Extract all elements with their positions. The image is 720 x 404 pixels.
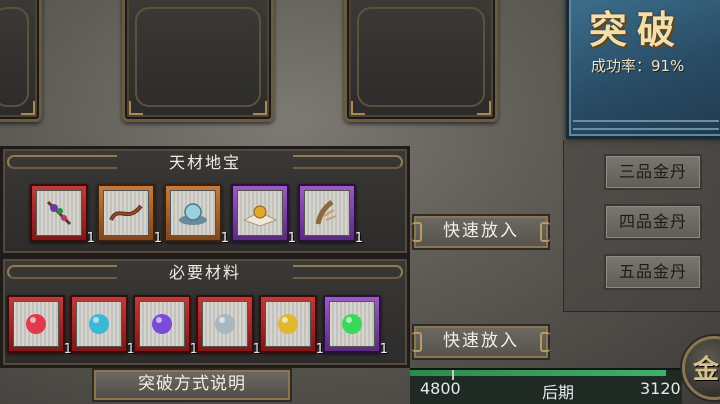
card-slot-2 <box>122 0 274 122</box>
card-slot-frame <box>135 7 261 107</box>
treasures-panel: 天材地宝 1 1 1 1 1 <box>0 146 410 256</box>
progress-fill <box>410 370 666 376</box>
progress-right-value: 3120 <box>640 379 681 398</box>
slot-face <box>265 301 311 347</box>
material-slot[interactable]: 1 <box>323 295 388 357</box>
card-slot-1 <box>0 0 42 122</box>
slot-face <box>202 301 248 347</box>
card-slot-corner <box>21 101 35 115</box>
slot-face <box>103 190 149 236</box>
material-slot[interactable]: 1 <box>133 295 198 357</box>
pill-selector: 三品金丹 四品金丹 五品金丹 <box>563 140 720 312</box>
breakthrough-panel[interactable]: 突破 成功率：91% <box>566 0 720 139</box>
treasure-slot[interactable]: 1 <box>231 184 296 246</box>
item-count: 1 <box>354 231 363 246</box>
progress-left-value: 4800 <box>420 379 461 398</box>
material-slot[interactable]: 1 <box>70 295 135 357</box>
button-ornament <box>540 332 550 352</box>
treasures-title: 天材地宝 <box>168 153 241 172</box>
pill-button-grade4[interactable]: 四品金丹 <box>604 204 702 240</box>
item-count: 1 <box>287 231 296 246</box>
cultivation-progress: 4800 后期 3120 <box>410 368 682 404</box>
quick-put-materials-button[interactable]: 快速放入 <box>412 324 550 360</box>
success-rate: 成功率：91% <box>591 55 684 76</box>
material-slot[interactable]: 1 <box>196 295 261 357</box>
material-slot[interactable]: 1 <box>259 295 324 357</box>
quick-put-treasures-button[interactable]: 快速放入 <box>412 214 550 250</box>
item-count: 1 <box>220 231 229 246</box>
treasure-slot[interactable]: 1 <box>30 184 95 246</box>
pill-button-grade3[interactable]: 三品金丹 <box>604 154 702 190</box>
item-count: 1 <box>379 342 388 357</box>
card-slot-corner <box>477 101 491 115</box>
card-slot-corner <box>129 101 143 115</box>
success-rate-label: 成功率： <box>591 57 652 75</box>
gold-coin-button[interactable]: 金 <box>682 336 720 400</box>
slot-face <box>36 190 82 236</box>
slot-face <box>304 190 350 236</box>
card-slot-3 <box>344 0 498 122</box>
card-slot-frame <box>0 7 29 107</box>
item-count: 1 <box>153 231 162 246</box>
breakthrough-explain-button[interactable]: 突破方式说明 <box>92 368 292 402</box>
panel-ornament <box>573 120 719 130</box>
progress-stage: 后期 <box>542 383 575 402</box>
slot-face <box>139 301 185 347</box>
button-ornament <box>412 332 422 352</box>
material-slot[interactable]: 1 <box>7 295 72 357</box>
treasure-slot[interactable]: 1 <box>164 184 229 246</box>
treasure-slot[interactable]: 1 <box>97 184 162 246</box>
button-ornament <box>540 222 550 242</box>
slot-face <box>329 301 375 347</box>
success-rate-value: 91% <box>651 57 685 75</box>
slot-face <box>170 190 216 236</box>
gold-coin-label: 金 <box>693 355 720 385</box>
treasure-slot[interactable]: 1 <box>298 184 363 246</box>
card-slot-corner <box>253 101 267 115</box>
card-slot-frame <box>357 7 485 107</box>
item-count: 1 <box>86 231 95 246</box>
card-slot-corner <box>351 101 365 115</box>
button-ornament <box>412 222 422 242</box>
breakthrough-title: 突破 <box>589 7 686 52</box>
materials-panel: 必要材料 1 1 1 1 1 1 <box>0 256 410 368</box>
slot-face <box>237 190 283 236</box>
materials-title: 必要材料 <box>168 263 241 282</box>
quick-put-label: 快速放入 <box>443 221 519 241</box>
slot-face <box>13 301 59 347</box>
quick-put-label: 快速放入 <box>443 331 519 351</box>
slot-face <box>76 301 122 347</box>
pill-button-grade5[interactable]: 五品金丹 <box>604 254 702 290</box>
